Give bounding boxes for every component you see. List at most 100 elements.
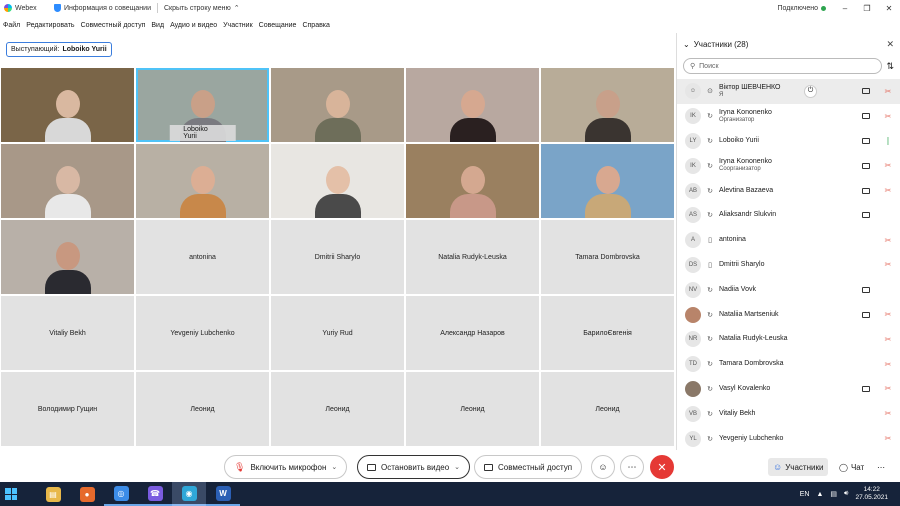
video-tile[interactable]	[541, 68, 674, 142]
close-window-button[interactable]: ✕	[878, 0, 900, 16]
connection-device-icon: ↻	[707, 435, 713, 443]
taskbar-app-button[interactable]: ◎	[104, 482, 138, 506]
video-tile[interactable]: antonina	[136, 220, 269, 294]
mic-on-icon[interactable]: ❘	[884, 136, 892, 145]
taskbar-app-button[interactable]: ▤	[36, 482, 70, 506]
video-tile[interactable]	[136, 144, 269, 218]
participant-row[interactable]: DS ▯ Dmitrii Sharylo ✂	[677, 253, 900, 278]
video-tile[interactable]: Vitaliy Bekh	[1, 296, 134, 370]
participant-row[interactable]: A ▯ antonina ✂	[677, 228, 900, 253]
participant-row[interactable]: TD ↻ Tamara Dombrovska ✂	[677, 352, 900, 377]
video-tile[interactable]	[1, 220, 134, 294]
mic-muted-icon[interactable]: ✂	[884, 260, 892, 269]
network-icon[interactable]: ▤	[830, 490, 837, 498]
mic-muted-icon[interactable]: ✂	[884, 409, 892, 418]
taskbar-app-button[interactable]: ☎	[138, 482, 172, 506]
menu-file[interactable]: Файл	[3, 22, 20, 29]
search-participants-input[interactable]: ⚲ Поиск	[683, 58, 883, 74]
stop-video-button[interactable]: Остановить видео ⌄	[357, 455, 471, 479]
restore-button[interactable]: ❐	[856, 0, 878, 16]
mic-muted-icon[interactable]: ✂	[884, 161, 892, 170]
tray-chevron-up-icon[interactable]: ▲	[816, 491, 823, 498]
more-options-button[interactable]: ⋯	[620, 455, 644, 479]
video-tile[interactable]	[1, 68, 134, 142]
end-call-button[interactable]: ✕	[650, 455, 674, 479]
participant-row[interactable]: VB ↻ Vitaliy Bekh ✂	[677, 401, 900, 426]
video-tile[interactable]: БарилоЄвгенія	[541, 296, 674, 370]
connection-status: Подключено	[778, 5, 834, 12]
video-tile[interactable]: Леонид	[136, 372, 269, 446]
video-tile[interactable]: Леонид	[541, 372, 674, 446]
taskbar-app-button[interactable]: ◉	[172, 482, 206, 506]
volume-icon[interactable]: 🔊︎	[844, 490, 848, 498]
meeting-info-button[interactable]: Информация о совещании	[48, 0, 157, 16]
mic-muted-icon[interactable]: ✂	[884, 434, 892, 443]
close-panel-button[interactable]: ✕	[886, 39, 894, 50]
menu-view[interactable]: Вид	[151, 22, 164, 29]
chevron-down-icon[interactable]: ⌄	[331, 463, 337, 471]
participant-name: Natalia Rudyk-Leuska	[719, 335, 788, 343]
mic-muted-icon[interactable]: ✂	[884, 360, 892, 369]
chat-label: Чат	[850, 462, 865, 472]
participant-row[interactable]: YL ↻ Yevgeniy Lubchenko ✂	[677, 426, 900, 451]
hide-menu-button[interactable]: Скрыть строку меню ⌃	[158, 0, 246, 16]
hand-raise-icon[interactable]: ⏻	[804, 84, 817, 98]
video-tile[interactable]	[406, 68, 539, 142]
participant-row[interactable]: IK ↻ Iryna Kononenko Организатор ✂	[677, 104, 900, 129]
collapse-chevron-icon[interactable]: ⌄	[683, 40, 690, 49]
language-indicator[interactable]: EN	[800, 491, 810, 498]
menu-participant[interactable]: Участник	[223, 22, 253, 29]
chevron-down-icon[interactable]: ⌄	[454, 463, 460, 471]
participant-name-block: Dmitrii Sharylo	[719, 261, 765, 269]
clock[interactable]: 14:22 27.05.2021	[855, 486, 888, 502]
menu-help[interactable]: Справка	[302, 22, 329, 29]
participant-row[interactable]: NR ↻ Natalia Rudyk-Leuska ✂	[677, 327, 900, 352]
participants-toggle-button[interactable]: ☺ Участники	[768, 458, 829, 476]
participant-row[interactable]: IK ↻ Iryna Kononenko Соорганизатор ✂	[677, 153, 900, 178]
mic-muted-icon[interactable]: ✂	[884, 310, 892, 319]
participant-row[interactable]: ↻ Vasyl Kovalenko ✂	[677, 377, 900, 402]
start-button[interactable]	[0, 482, 22, 506]
video-tile[interactable]: Леонид	[271, 372, 404, 446]
video-tile[interactable]: Dmitrii Sharylo	[271, 220, 404, 294]
video-tile[interactable]: Natalia Rudyk-Leuska	[406, 220, 539, 294]
participant-row[interactable]: LY ↻ Loboiko Yurii ❘	[677, 129, 900, 154]
video-tile[interactable]: Yuriy Rud	[271, 296, 404, 370]
unmute-button[interactable]: 🎙︎ Включить микрофон ⌄	[224, 455, 348, 479]
menu-audio-video[interactable]: Аудио и видео	[170, 22, 217, 29]
video-tile[interactable]: Леонид	[406, 372, 539, 446]
sort-list-icon[interactable]: ⇅	[886, 61, 894, 72]
video-tile[interactable]: Александр Назаров	[406, 296, 539, 370]
video-tile[interactable]	[271, 68, 404, 142]
taskbar-app-button[interactable]: ●	[70, 482, 104, 506]
menu-share[interactable]: Совместный доступ	[81, 22, 146, 29]
video-tile[interactable]	[541, 144, 674, 218]
menu-edit[interactable]: Редактировать	[26, 22, 74, 29]
participant-row[interactable]: ☺ ⊙ Віктор ШЕВЧЕНКО Я ⏻ ✂	[677, 79, 900, 104]
participant-row[interactable]: AS↻Aliaksandr Slukvin✂	[677, 203, 900, 228]
participant-row[interactable]: NV↻Nadiia Vovk✂	[677, 277, 900, 302]
reactions-button[interactable]: ☺	[591, 455, 615, 479]
video-tile[interactable]: Tamara Dombrovska	[541, 220, 674, 294]
participant-row[interactable]: AB ↻ Alevtina Bazaeva ✂	[677, 178, 900, 203]
mic-muted-icon[interactable]: ✂	[884, 335, 892, 344]
video-tile[interactable]: Yevgeniy Lubchenko	[136, 296, 269, 370]
mic-muted-icon[interactable]: ✂	[884, 112, 892, 121]
more-panels-button[interactable]: ⋯	[872, 458, 890, 476]
video-tile[interactable]: Володимир Гущин	[1, 372, 134, 446]
mic-muted-icon[interactable]: ✂	[884, 87, 892, 96]
minimize-button[interactable]: –	[834, 0, 856, 16]
mic-muted-icon[interactable]: ✂	[884, 236, 892, 245]
mic-muted-icon[interactable]: ✂	[884, 384, 892, 393]
mic-muted-icon[interactable]: ✂	[884, 186, 892, 195]
video-tile[interactable]	[1, 144, 134, 218]
chat-button[interactable]: ◯ Чат	[834, 458, 869, 476]
video-tile[interactable]: Loboiko Yurii	[136, 68, 269, 142]
share-button[interactable]: Совместный доступ	[474, 455, 583, 479]
video-tile[interactable]	[406, 144, 539, 218]
menu-meeting[interactable]: Совещание	[259, 22, 297, 29]
video-tile[interactable]	[271, 144, 404, 218]
participant-row[interactable]: ↻ Nataliia Martseniuk ✂	[677, 302, 900, 327]
participant-name: Nadiia Vovk	[719, 285, 756, 293]
taskbar-app-button[interactable]: W	[206, 482, 240, 506]
